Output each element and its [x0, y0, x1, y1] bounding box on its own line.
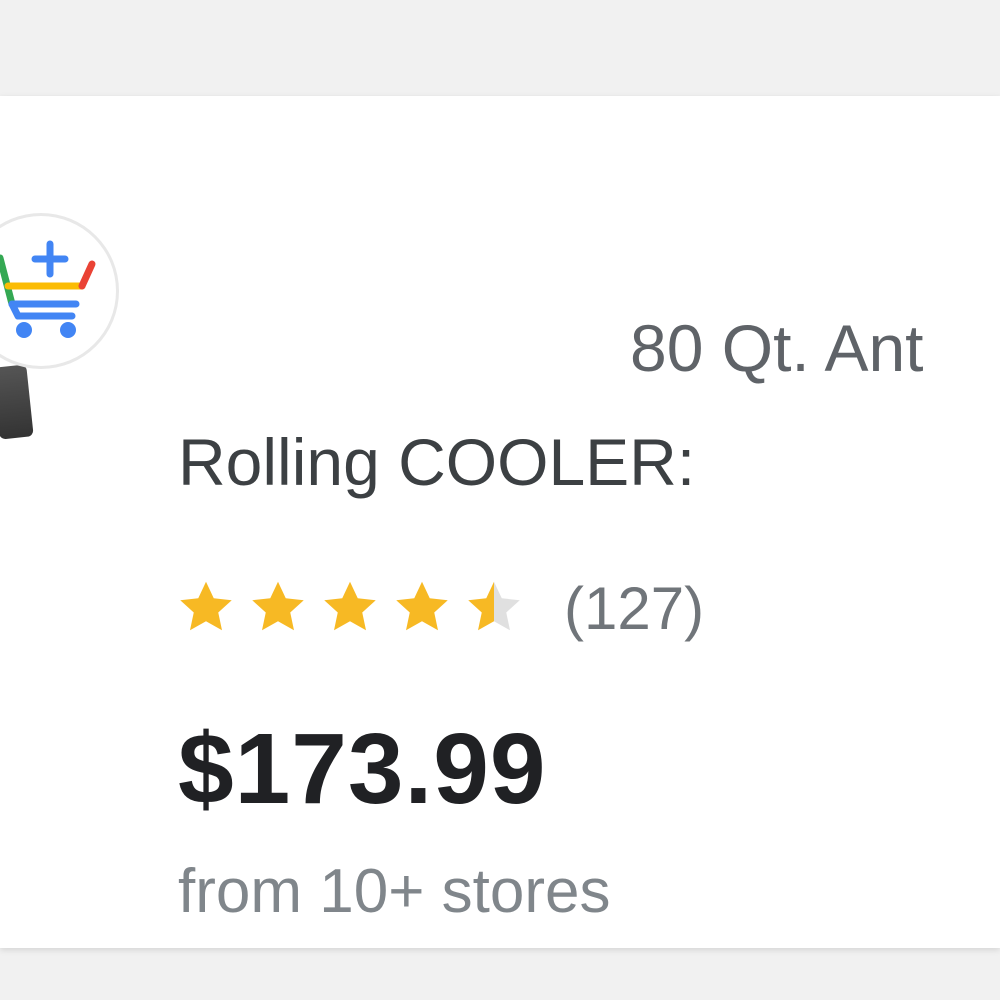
star-full-icon — [396, 581, 448, 631]
review-count[interactable]: (127) — [564, 574, 704, 643]
product-card[interactable]: 80 Qt. Ant Rolling COOLER: (127) $173.99… — [0, 96, 1000, 948]
star-full-icon — [324, 581, 376, 631]
star-full-icon — [180, 581, 232, 631]
add-to-cart-badge[interactable] — [0, 216, 116, 366]
star-full-icon — [252, 581, 304, 631]
star-rating — [176, 578, 536, 638]
rating-row[interactable]: (127) — [176, 568, 704, 648]
star-half-icon — [468, 581, 520, 631]
product-thumbnail[interactable] — [0, 216, 116, 440]
cooler-image — [0, 364, 34, 440]
product-title-line-2[interactable]: Rolling COOLER: — [178, 424, 695, 500]
price: $173.99 — [178, 713, 547, 825]
store-count[interactable]: from 10+ stores — [178, 856, 610, 927]
product-title-line-1[interactable]: 80 Qt. Ant — [630, 310, 924, 386]
shopping-cart-add-icon — [0, 240, 96, 338]
